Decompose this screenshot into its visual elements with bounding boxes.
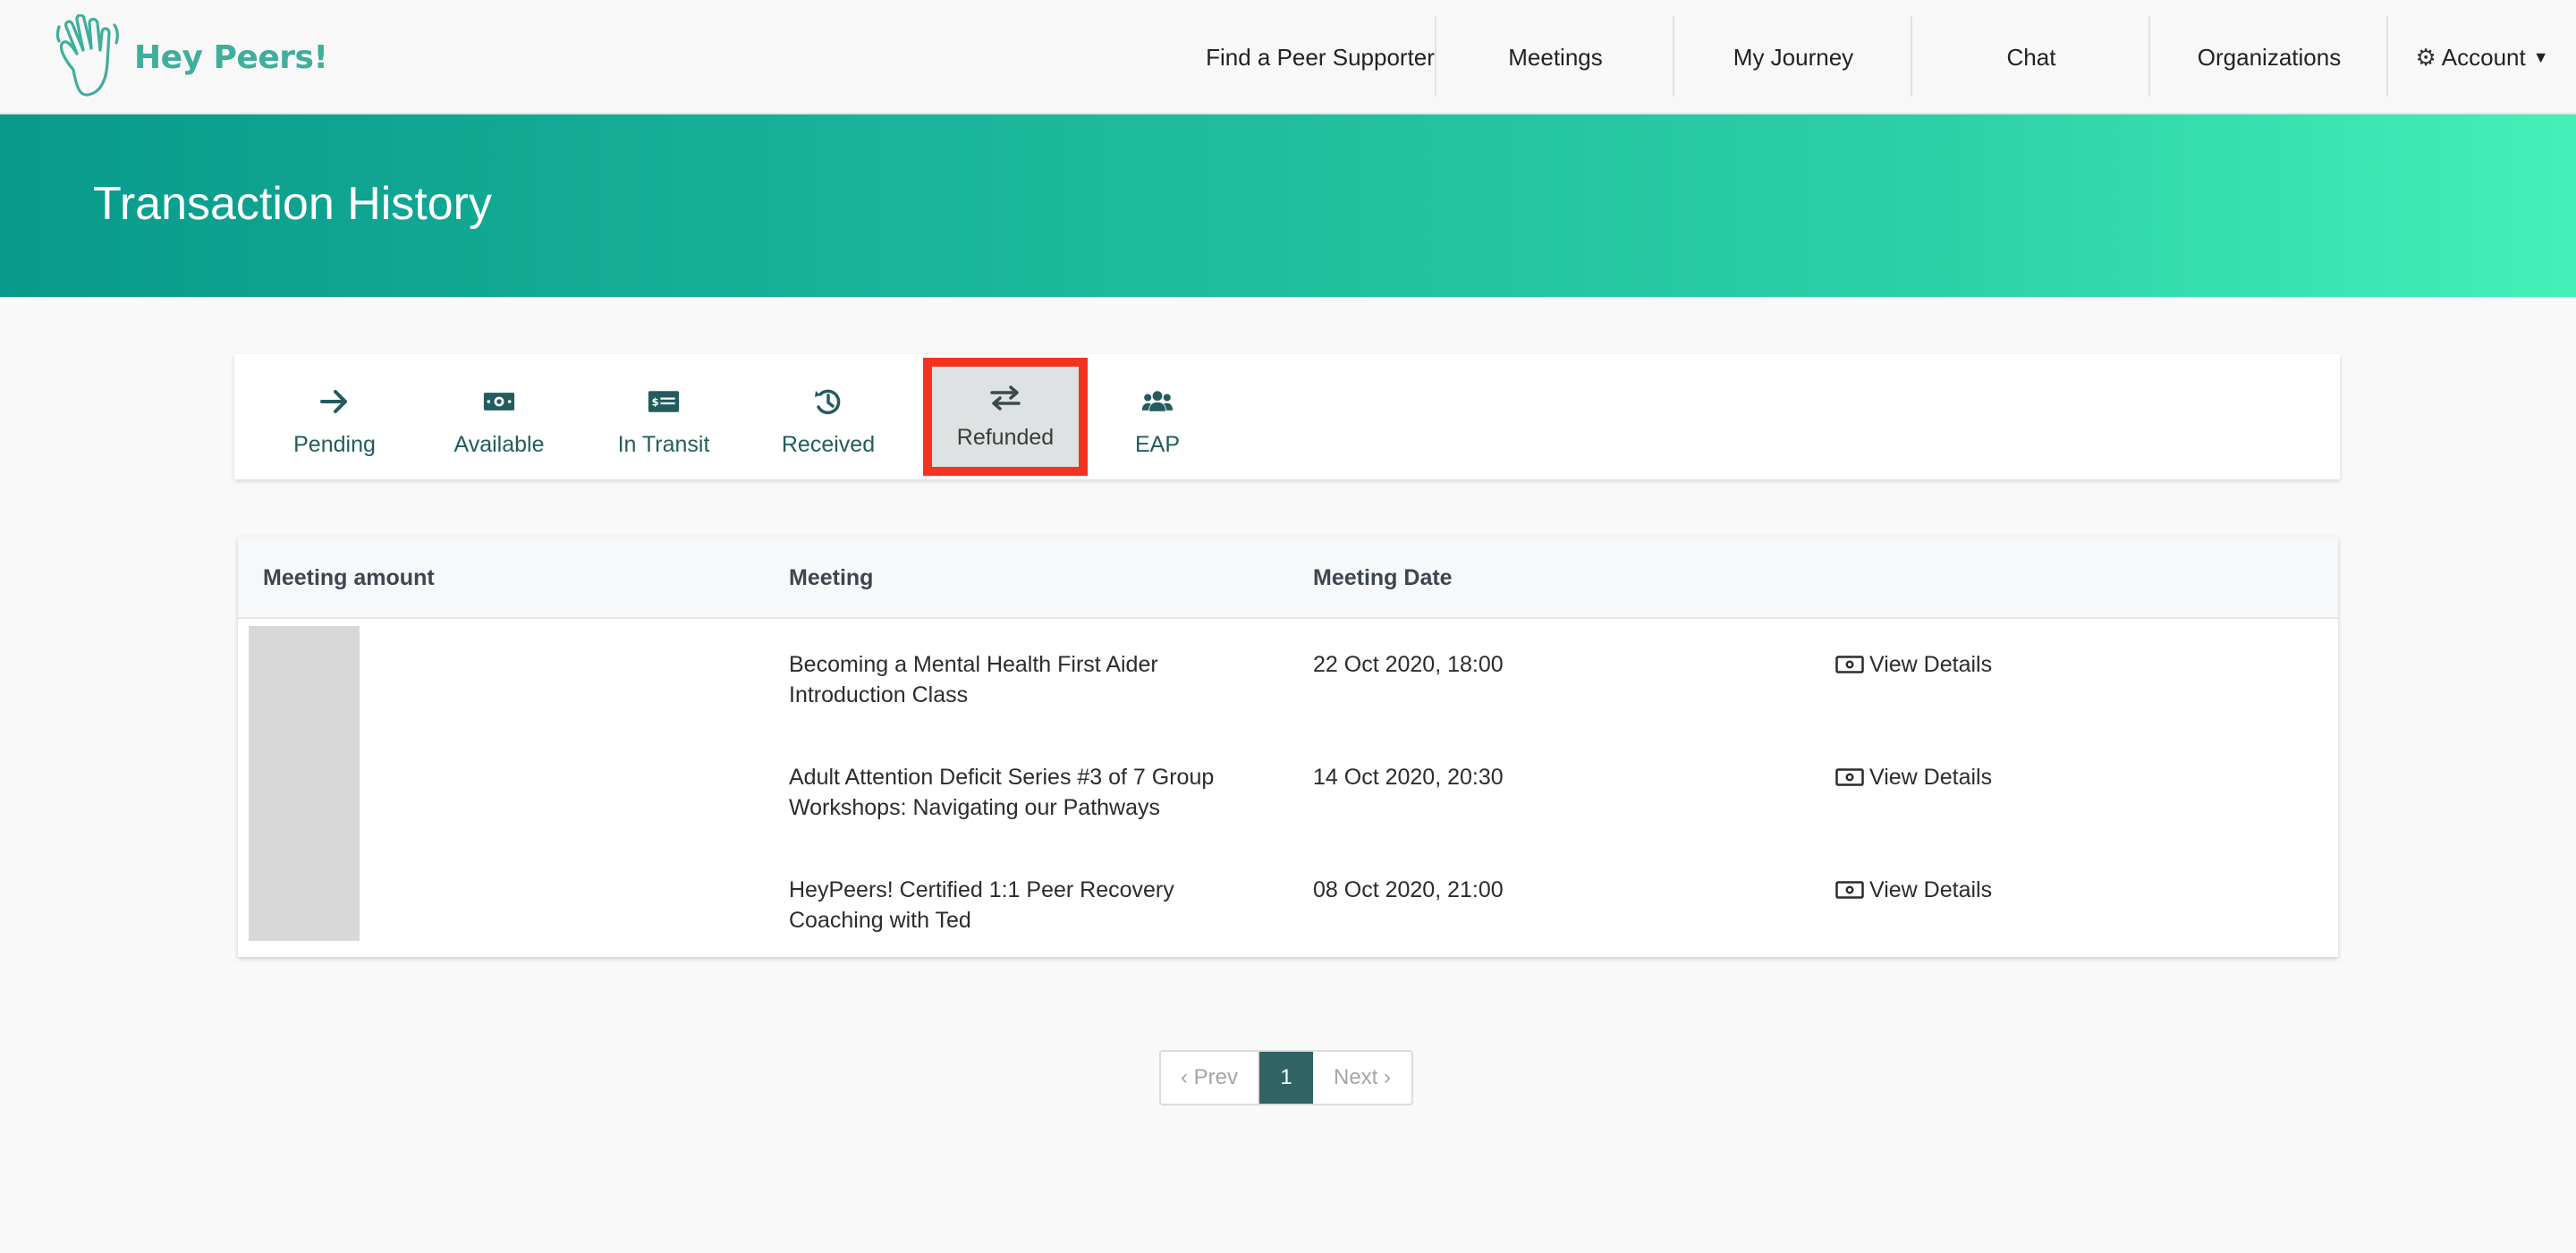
tab-label: Available [453,431,545,457]
nav-organizations[interactable]: Organizations [2150,0,2388,114]
tab-label: In Transit [617,431,710,457]
exchange-icon [990,385,1021,411]
view-details-label: View Details [1869,877,1993,902]
waving-hand-icon [55,14,119,97]
view-details-label: View Details [1869,652,1993,677]
meeting-title: HeyPeers! Certified 1:1 Peer Recovery Co… [789,875,1272,936]
meeting-date: 22 Oct 2020, 18:00 [1313,652,1504,677]
view-details-link[interactable]: View Details [1835,762,1992,792]
table-row: HeyPeers! Certified 1:1 Peer Recovery Co… [238,855,2338,968]
column-header-date: Meeting Date [1313,565,1453,590]
meeting-date: 08 Oct 2020, 21:00 [1313,877,1504,902]
tab-in-transit[interactable]: $ In Transit [581,368,746,476]
money-bill-icon [1835,656,1864,673]
pagination: ‹ Prev 1 Next › [1159,1050,1413,1105]
tab-available[interactable]: Available [417,368,581,476]
meeting-title-line: Workshops: Navigating our Pathways [789,795,1161,820]
table-header: Meeting amount Meeting Meeting Date [238,537,2338,619]
brand-name: Hey Peers! [134,38,328,76]
nav-label: Organizations [2197,43,2342,71]
next-page-button[interactable]: Next › [1313,1052,1411,1104]
transaction-tabs: Pending Available $ In Transit Received [234,354,2340,479]
tab-pending[interactable]: Pending [252,368,417,476]
meeting-title: Adult Attention Deficit Series #3 of 7 G… [789,762,1272,823]
users-icon [1141,390,1174,411]
history-icon [815,389,841,414]
account-dropdown[interactable]: ⚙ Account ▼ [2388,0,2576,114]
page-title: Transaction History [93,178,492,230]
tab-refunded[interactable]: Refunded [923,358,1088,476]
table-row: Becoming a Mental Health First Aider Int… [238,630,2338,742]
meeting-title-line: HeyPeers! Certified 1:1 Peer Recovery [789,877,1174,902]
transactions-table: Meeting amount Meeting Meeting Date Beco… [238,537,2338,957]
money-check-icon: $ [648,390,680,412]
main-nav: Find a Peer Supporter Meetings My Journe… [1204,0,2576,114]
view-details-link[interactable]: View Details [1835,649,1992,680]
svg-text:$: $ [652,395,659,408]
meeting-title-line: Adult Attention Deficit Series #3 of 7 G… [789,765,1215,790]
meeting-title-line: Becoming a Mental Health First Aider [789,652,1158,677]
column-header-meeting: Meeting [789,565,874,590]
nav-find-peer-supporter[interactable]: Find a Peer Supporter [1204,0,1436,114]
nav-label: Meetings [1508,43,1603,71]
money-bill-icon [483,392,515,411]
view-details-link[interactable]: View Details [1835,875,1992,905]
nav-chat[interactable]: Chat [1912,0,2150,114]
view-details-label: View Details [1869,765,1993,790]
nav-my-journey[interactable]: My Journey [1674,0,1912,114]
money-bill-icon [1835,768,1864,786]
nav-meetings[interactable]: Meetings [1436,0,1674,114]
meeting-title-line: Introduction Class [789,682,969,707]
meeting-date: 14 Oct 2020, 20:30 [1313,765,1504,790]
top-navbar: Hey Peers! Find a Peer Supporter Meeting… [0,0,2576,114]
nav-label: Find a Peer Supporter [1206,43,1435,71]
tab-eap[interactable]: EAP [1075,368,1240,476]
tab-label: Refunded [956,424,1055,450]
table-row: Adult Attention Deficit Series #3 of 7 G… [238,742,2338,855]
page-header-banner: Transaction History [0,114,2576,297]
tab-received[interactable]: Received [746,368,911,476]
prev-page-button[interactable]: ‹ Prev [1161,1052,1259,1104]
money-bill-icon [1835,881,1864,899]
column-header-amount: Meeting amount [263,565,435,590]
meeting-title-line: Coaching with Ted [789,908,971,933]
brand-logo[interactable]: Hey Peers! [54,14,328,100]
tab-label: Pending [293,431,376,457]
meeting-title: Becoming a Mental Health First Aider Int… [789,649,1272,710]
arrow-right-icon [320,389,347,413]
page-1-button[interactable]: 1 [1259,1052,1313,1104]
tab-label: EAP [1134,431,1181,457]
tab-label: Received [781,431,876,457]
gears-icon: ⚙ [2415,43,2436,71]
nav-label: Chat [2006,43,2056,71]
nav-label: My Journey [1733,43,1854,71]
caret-down-icon: ▼ [2532,47,2549,66]
account-label: Account [2441,43,2526,71]
